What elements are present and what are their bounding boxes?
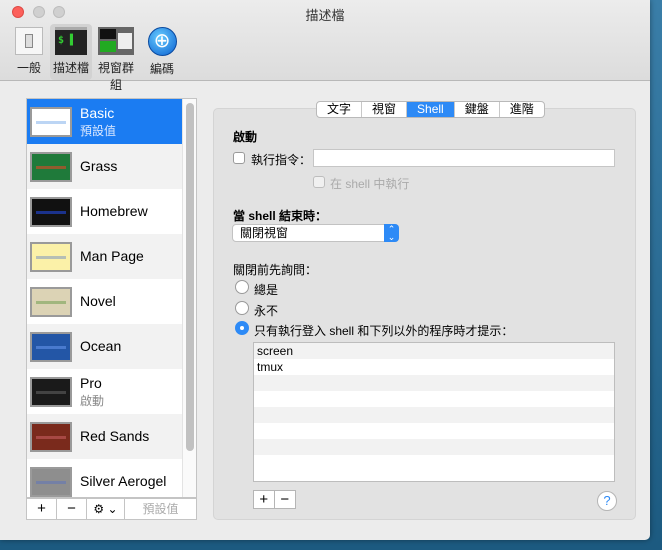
general-icon <box>15 27 43 55</box>
toolbar-label: 視窗群組 <box>97 61 134 92</box>
gear-menu-button[interactable]: ⚙ ⌄ <box>87 499 125 519</box>
radio-only-if-processes-label: 只有執行登入 shell 和下列以外的程序時才提示： <box>254 324 514 338</box>
chevron-updown-icon: ⌃ ⌄ <box>384 224 399 242</box>
radio-always[interactable] <box>235 280 249 294</box>
startup-heading: 啟動 <box>233 130 258 144</box>
profile-item[interactable]: Basic 預設值 <box>27 99 182 144</box>
profile-list-buttons: + − ⚙ ⌄ 預設值 <box>26 498 197 520</box>
profile-item[interactable]: Pro 啟動 <box>27 369 182 414</box>
radio-never[interactable] <box>235 301 249 315</box>
profile-item[interactable]: Grass <box>27 144 182 189</box>
add-process-button[interactable]: + <box>254 491 275 508</box>
scroll-thumb[interactable] <box>186 103 194 451</box>
profile-thumbnail <box>30 286 72 317</box>
profile-item[interactable]: Homebrew <box>27 189 182 234</box>
on-exit-select[interactable]: 關閉視窗 ⌃ ⌄ <box>232 224 399 242</box>
encodings-icon: ⊕ <box>147 27 177 56</box>
set-default-button[interactable]: 預設值 <box>125 499 196 519</box>
toolbar-label: 編碼 <box>149 62 174 76</box>
profile-name: Novel <box>80 293 116 309</box>
toolbar-window-groups[interactable]: 視窗群組 <box>93 24 139 92</box>
profile-item[interactable]: Silver Aerogel <box>27 459 182 497</box>
process-list[interactable]: screen tmux <box>253 342 615 482</box>
run-command-checkbox[interactable] <box>233 152 245 164</box>
run-command-label: 執行指令： <box>251 153 312 167</box>
profile-name: Basic <box>80 104 115 121</box>
run-in-shell-checkbox[interactable] <box>313 176 325 188</box>
profile-item[interactable]: Man Page <box>27 234 182 279</box>
profile-item[interactable]: Ocean <box>27 324 182 369</box>
help-button[interactable]: ? <box>597 491 617 511</box>
profile-thumbnail <box>30 241 72 272</box>
profile-item[interactable]: Red Sands <box>27 414 182 459</box>
run-command-input[interactable] <box>313 149 615 167</box>
profile-thumbnail <box>30 196 72 227</box>
add-profile-button[interactable]: + <box>27 499 57 519</box>
profile-name: Man Page <box>80 248 144 264</box>
scrollbar[interactable] <box>182 99 196 497</box>
profile-thumbnail <box>30 376 72 407</box>
profile-thumbnail <box>30 421 72 452</box>
list-item[interactable]: screen <box>254 343 614 359</box>
radio-never-label: 永不 <box>254 304 279 318</box>
profile-thumbnail <box>30 151 72 182</box>
profile-name: Red Sands <box>80 428 150 444</box>
process-list-buttons: + − <box>253 490 296 509</box>
profile-status: 預設值 <box>80 123 117 138</box>
tab-keyboard[interactable]: 鍵盤 <box>455 102 500 117</box>
profiles-icon: $ ▌ <box>55 27 87 55</box>
window-title: 描述檔 <box>305 8 345 23</box>
window-groups-icon <box>98 27 134 55</box>
profile-name: Homebrew <box>80 203 148 219</box>
profile-name: Pro <box>80 374 102 391</box>
toolbar-profiles[interactable]: $ ▌ 描述檔 <box>50 24 92 80</box>
on-exit-value: 關閉視窗 <box>240 226 289 240</box>
list-item[interactable]: tmux <box>254 359 614 375</box>
toolbar-general[interactable]: 一般 <box>10 24 48 80</box>
profile-name: Ocean <box>80 338 122 354</box>
tab-shell[interactable]: Shell <box>407 102 455 117</box>
toolbar-encodings[interactable]: ⊕ 編碼 <box>143 24 181 80</box>
tab-advanced[interactable]: 進階 <box>500 102 544 117</box>
profile-thumbnail <box>30 466 72 497</box>
toolbar-label: 一般 <box>16 61 41 75</box>
run-in-shell-label: 在 shell 中執行 <box>330 177 410 191</box>
title-bar: 描述檔 一般 $ ▌ 描述檔 視窗群組 ⊕ 編碼 <box>0 0 650 92</box>
tab-window[interactable]: 視窗 <box>362 102 408 117</box>
tab-text[interactable]: 文字 <box>317 102 363 117</box>
profile-name: Silver Aerogel <box>80 473 167 489</box>
terminal-preferences-window: 描述檔 一般 $ ▌ 描述檔 視窗群組 ⊕ 編碼 Basic 預設值 Grass Ho… <box>0 0 650 540</box>
radio-only-if-processes[interactable] <box>235 321 249 335</box>
tab-bar: 文字 視窗 Shell 鍵盤 進階 <box>316 101 545 118</box>
profile-list[interactable]: Basic 預設值 Grass Homebrew Man Page Novel Ocean P… <box>26 98 197 498</box>
on-exit-heading: 當 shell 結束時： <box>233 209 328 223</box>
profile-status: 啟動 <box>80 393 105 408</box>
remove-process-button[interactable]: − <box>275 491 295 508</box>
profile-thumbnail <box>30 331 72 362</box>
profile-name: Grass <box>80 158 118 174</box>
radio-always-label: 總是 <box>254 283 279 297</box>
ask-heading: 關閉前先詢問： <box>233 263 318 277</box>
profile-item[interactable]: Novel <box>27 279 182 324</box>
remove-profile-button[interactable]: − <box>57 499 87 519</box>
toolbar-label: 描述檔 <box>52 61 89 75</box>
profile-thumbnail <box>30 106 72 137</box>
